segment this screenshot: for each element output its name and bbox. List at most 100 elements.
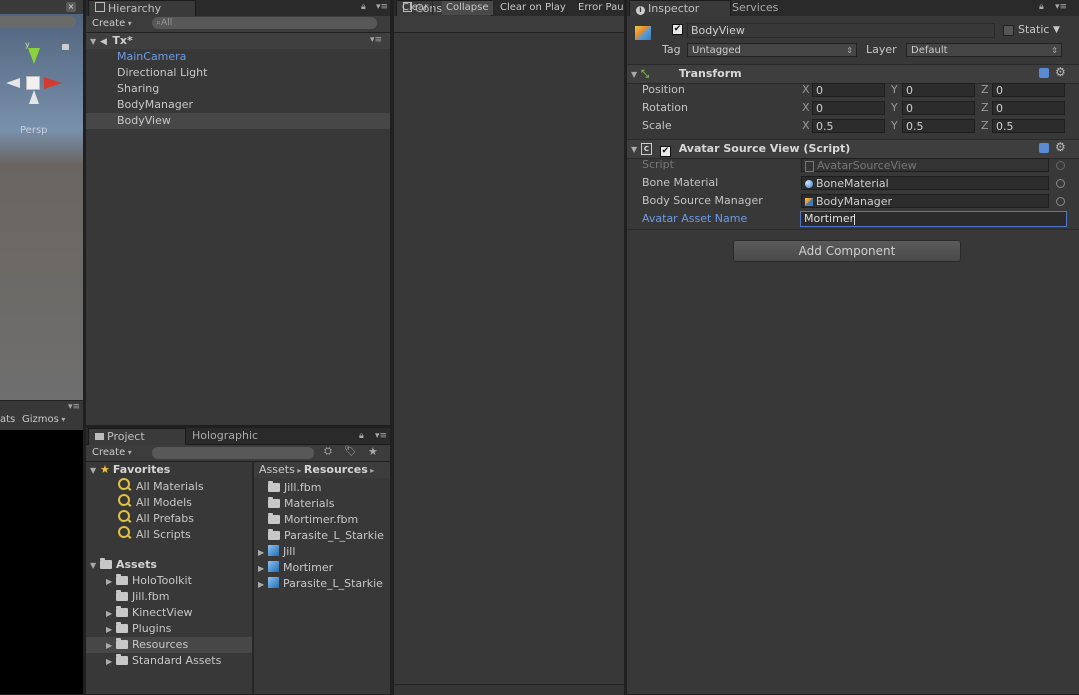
scale-y-field[interactable]: 0.5 xyxy=(902,119,975,133)
axis-y-label[interactable]: Y xyxy=(891,99,898,117)
transform-header[interactable]: ▼ ⤡ Transform xyxy=(627,64,1079,84)
hierarchy-item[interactable]: BodyManager xyxy=(117,97,193,113)
console-error-pause-button[interactable]: Error Pau xyxy=(574,1,628,15)
console-log-area[interactable] xyxy=(394,33,624,684)
menu-icon[interactable]: ▾≡ xyxy=(375,431,387,441)
menu-icon[interactable]: ▾≡ xyxy=(1055,2,1067,12)
lock-icon[interactable] xyxy=(62,44,69,50)
assets-header[interactable]: ▼ Assets xyxy=(90,557,157,573)
lock-icon[interactable]: 🔒︎ xyxy=(359,431,364,441)
tab-services[interactable]: Services xyxy=(726,0,786,16)
axis-x-label[interactable]: X xyxy=(802,81,810,99)
favorite-item[interactable]: All Scripts xyxy=(118,526,191,542)
tab-holographic[interactable]: Holographic xyxy=(186,428,266,444)
lock-icon[interactable]: 🔒︎ xyxy=(361,2,366,12)
object-picker-icon[interactable] xyxy=(1056,197,1065,206)
layer-dropdown[interactable]: Default xyxy=(906,43,1062,58)
avatar-asset-name-input[interactable]: Mortimer xyxy=(800,211,1067,227)
expand-triangle-icon[interactable]: ▼ xyxy=(631,141,641,159)
axis-y-label[interactable]: Y xyxy=(891,117,898,135)
add-component-button[interactable]: Add Component xyxy=(733,240,961,262)
object-name-field[interactable]: BodyView xyxy=(687,23,995,38)
axis-x-label[interactable]: X xyxy=(802,99,810,117)
panel-splitter[interactable] xyxy=(86,425,390,428)
menu-icon[interactable]: ▾≡ xyxy=(376,2,388,12)
tag-dropdown[interactable]: Untagged xyxy=(687,43,857,58)
console-collapse-button[interactable]: Collapse xyxy=(442,1,494,15)
scale-x-field[interactable]: 0.5 xyxy=(812,119,885,133)
star-icon[interactable]: ★ xyxy=(368,445,378,458)
axis-z-label[interactable]: Z xyxy=(981,99,989,117)
favorite-item[interactable]: All Prefabs xyxy=(118,510,194,526)
hierarchy-item[interactable]: Directional Light xyxy=(117,65,207,81)
scale-z-field[interactable]: 0.5 xyxy=(992,119,1065,133)
gear-icon[interactable]: ⚙ xyxy=(1055,65,1066,79)
expand-triangle-icon[interactable]: ▶ xyxy=(106,638,116,654)
y-axis-cone-icon[interactable] xyxy=(28,48,40,64)
script-component-header[interactable]: ▼ C ✔ Avatar Source View (Script) xyxy=(627,139,1079,159)
x-axis-cone-icon[interactable] xyxy=(44,77,62,89)
help-icon[interactable] xyxy=(1039,68,1049,78)
panel-splitter[interactable] xyxy=(83,0,86,694)
expand-triangle-icon[interactable]: ▼ xyxy=(90,558,100,574)
expand-triangle-icon[interactable]: ▼ xyxy=(90,463,100,479)
breadcrumb-assets[interactable]: Assets xyxy=(259,463,295,476)
panel-splitter[interactable] xyxy=(390,0,394,694)
expand-triangle-icon[interactable]: ▼ xyxy=(90,34,100,50)
gear-icon[interactable]: ⚙ xyxy=(1055,140,1066,154)
file-item[interactable]: ▶ Parasite_L_Starkie xyxy=(258,576,383,592)
expand-triangle-icon[interactable]: ▶ xyxy=(258,561,268,577)
hierarchy-item-selected[interactable]: BodyView xyxy=(86,113,390,129)
console-detail-area[interactable] xyxy=(394,684,624,695)
neg-x-cone-icon[interactable] xyxy=(6,78,20,88)
body-source-manager-field[interactable]: BodyManager xyxy=(801,194,1049,208)
expand-triangle-icon[interactable]: ▼ xyxy=(631,66,641,84)
stats-button[interactable]: ats xyxy=(0,414,15,425)
folder-item[interactable]: ▶ KinectView xyxy=(106,605,192,621)
project-search-field[interactable] xyxy=(152,447,314,459)
expand-triangle-icon[interactable]: ▶ xyxy=(106,622,116,638)
file-item[interactable]: Mortimer.fbm xyxy=(258,512,358,528)
hierarchy-item[interactable]: MainCamera xyxy=(117,49,186,65)
scene-search-field[interactable] xyxy=(0,16,76,28)
folder-item[interactable]: ▶ HoloToolkit xyxy=(106,573,192,589)
project-create-button[interactable]: Create ▾ xyxy=(92,446,132,459)
bone-material-field[interactable]: BoneMaterial xyxy=(801,176,1049,190)
file-item[interactable]: ▶ Jill xyxy=(258,544,295,560)
hierarchy-item[interactable]: Sharing xyxy=(117,81,159,97)
position-x-field[interactable]: 0 xyxy=(812,83,885,97)
hierarchy-search-field[interactable]: ⌕All xyxy=(152,17,377,29)
tab-hierarchy[interactable]: Hierarchy xyxy=(88,0,196,17)
object-picker-icon[interactable] xyxy=(1056,179,1065,188)
folder-item[interactable]: Jill.fbm xyxy=(106,589,169,605)
axis-z-label[interactable]: Z xyxy=(981,81,989,99)
breadcrumb-resources[interactable]: Resources xyxy=(304,463,368,476)
scene-view[interactable]: × y Persp xyxy=(0,0,83,430)
expand-triangle-icon[interactable]: ▶ xyxy=(106,574,116,590)
static-dropdown-icon[interactable]: ▼ xyxy=(1053,22,1060,38)
console-clear-on-play-button[interactable]: Clear on Play xyxy=(496,1,571,15)
menu-icon[interactable]: ▾≡ xyxy=(68,402,80,412)
axis-z-label[interactable]: Z xyxy=(981,117,989,135)
close-icon[interactable]: × xyxy=(66,2,76,12)
folder-item[interactable]: ▶ Plugins xyxy=(106,621,171,637)
tab-inspector[interactable]: i Inspector xyxy=(629,0,731,17)
expand-triangle-icon[interactable]: ▶ xyxy=(258,577,268,593)
position-z-field[interactable]: 0 xyxy=(992,83,1065,97)
gizmo-center-cube[interactable] xyxy=(26,76,40,90)
favorite-item[interactable]: All Materials xyxy=(118,478,204,494)
folder-item-selected[interactable]: ▶ Resources xyxy=(86,637,252,653)
axis-gizmo[interactable]: y xyxy=(4,40,69,120)
game-view-black[interactable] xyxy=(0,430,83,694)
position-y-field[interactable]: 0 xyxy=(902,83,975,97)
rotation-y-field[interactable]: 0 xyxy=(902,101,975,115)
axis-y-label[interactable]: Y xyxy=(891,81,898,99)
hierarchy-create-button[interactable]: Create ▾ xyxy=(92,17,132,30)
expand-triangle-icon[interactable]: ▶ xyxy=(106,606,116,622)
tab-project[interactable]: Project xyxy=(88,428,186,445)
neg-y-cone-icon[interactable] xyxy=(29,90,39,104)
static-checkbox[interactable] xyxy=(1003,25,1014,36)
menu-icon[interactable]: ▾≡ xyxy=(370,35,382,45)
expand-triangle-icon[interactable]: ▶ xyxy=(106,654,116,670)
file-item[interactable]: Materials xyxy=(258,496,334,512)
